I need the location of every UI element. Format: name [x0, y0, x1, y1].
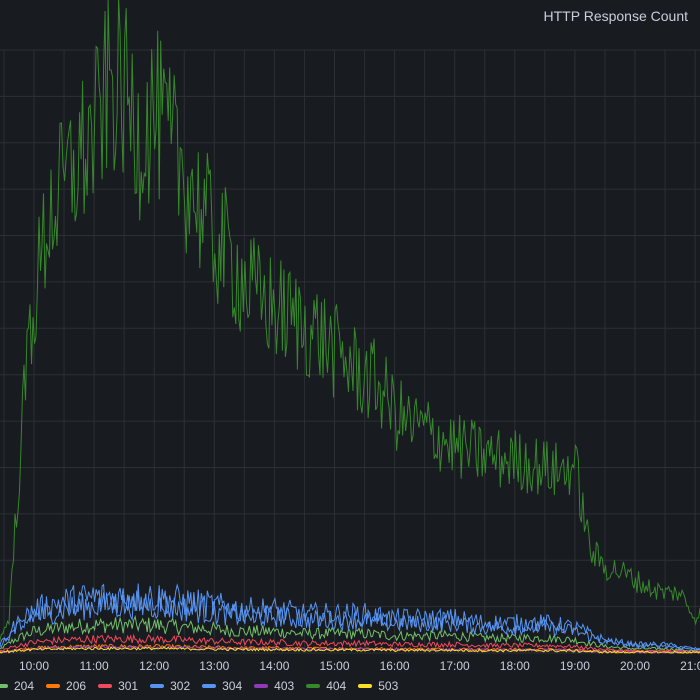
legend-label: 301: [118, 679, 139, 693]
legend-swatch: [306, 684, 321, 688]
x-tick-label: 20:00: [620, 659, 650, 673]
legend-label: 404: [326, 679, 347, 693]
legend-label: 206: [66, 679, 87, 693]
legend-swatch: [0, 684, 8, 688]
legend-item-304[interactable]: 304: [202, 679, 242, 693]
time-series-chart[interactable]: 10:00 11:00 12:00 13:00 14:00 15:00 16:00 17:00…: [0, 0, 700, 700]
legend-item-302[interactable]: 302: [150, 679, 190, 693]
x-tick-label: 14:00: [259, 659, 289, 673]
legend-label: 204: [14, 679, 35, 693]
x-tick-label: 21:00: [680, 659, 700, 673]
legend-label: 304: [222, 679, 243, 693]
legend-swatch: [254, 684, 269, 688]
series-line-404: [0, 0, 700, 642]
legend-label: 503: [378, 679, 399, 693]
legend-label: 302: [170, 679, 191, 693]
legend-item-404[interactable]: 404: [306, 679, 346, 693]
chart-panel: 10:00 11:00 12:00 13:00 14:00 15:00 16:00 17:00…: [0, 0, 700, 700]
legend-swatch: [98, 684, 113, 688]
x-tick-label: 11:00: [80, 659, 109, 673]
x-tick-label: 16:00: [380, 659, 410, 673]
legend-swatch: [46, 684, 61, 688]
legend-item-204[interactable]: 204: [0, 679, 34, 693]
chart-legend: 204 206 301 302 304 403 404 503: [0, 676, 410, 696]
legend-label: 403: [274, 679, 295, 693]
x-tick-label: 13:00: [199, 659, 229, 673]
x-tick-label: 15:00: [319, 659, 349, 673]
legend-swatch: [150, 684, 165, 688]
legend-item-301[interactable]: 301: [98, 679, 138, 693]
panel-title[interactable]: HTTP Response Count: [544, 8, 688, 24]
x-tick-label: 12:00: [139, 659, 169, 673]
legend-swatch: [358, 684, 373, 688]
x-tick-label: 19:00: [560, 659, 590, 673]
x-tick-label: 18:00: [500, 659, 530, 673]
legend-item-403[interactable]: 403: [254, 679, 294, 693]
x-tick-label: 10:00: [19, 659, 49, 673]
legend-item-503[interactable]: 503: [358, 679, 398, 693]
x-tick-label: 17:00: [440, 659, 470, 673]
legend-swatch: [202, 684, 217, 688]
legend-item-206[interactable]: 206: [46, 679, 86, 693]
